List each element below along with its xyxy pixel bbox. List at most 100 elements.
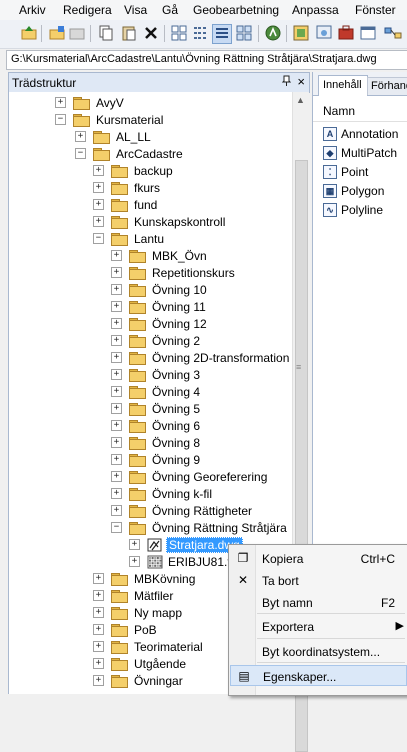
menu-redigera[interactable]: Redigera (63, 3, 112, 17)
menu-item-byt-namn[interactable]: Byt namn F2 (230, 592, 407, 613)
location-bar[interactable]: G:\Kursmaterial\ArcCadastre\Lantu\Övning… (6, 50, 407, 70)
expand-icon[interactable]: + (111, 267, 122, 278)
expand-icon[interactable]: + (55, 97, 66, 108)
menu-anpassa[interactable]: Anpassa (292, 3, 339, 17)
expand-icon[interactable]: + (93, 641, 104, 652)
menu-item-byt-koordinatsystem[interactable]: Byt koordinatsystem... (230, 641, 407, 662)
toc-icon[interactable] (292, 24, 310, 42)
expand-icon[interactable]: + (111, 505, 122, 516)
tree-node[interactable]: + Övning 3 (111, 366, 202, 383)
menu-item-kopiera[interactable]: ❐ Kopiera Ctrl+C (230, 548, 407, 569)
menu-geobearbetning[interactable]: Geobearbetning (193, 3, 279, 17)
paste-icon[interactable] (120, 24, 138, 42)
tree-node[interactable]: + fkurs (93, 179, 162, 196)
feature-class-item[interactable]: A Annotation (323, 125, 398, 143)
connect-folder-icon[interactable] (48, 24, 66, 42)
tree-node[interactable]: + Ny mapp (93, 604, 184, 621)
tree-node[interactable]: + Övning 8 (111, 434, 202, 451)
expand-icon[interactable]: + (93, 199, 104, 210)
scroll-up-icon[interactable]: ▲ (296, 95, 305, 105)
menu-visa[interactable]: Visa (124, 3, 147, 17)
expand-icon[interactable]: + (111, 420, 122, 431)
feature-class-item[interactable]: ◆ MultiPatch (323, 144, 397, 162)
tree-node[interactable]: + ERIBJU81.tif (129, 553, 239, 570)
list-view-icon[interactable] (192, 24, 210, 42)
column-header-namn[interactable]: Namn (313, 99, 407, 122)
thumbnails-view-icon[interactable] (235, 24, 253, 42)
tree-node[interactable]: + Övning 6 (111, 417, 202, 434)
launch-arcmap-icon[interactable] (264, 24, 282, 42)
menu-item-ta-bort[interactable]: ✕ Ta bort (230, 570, 407, 591)
expand-icon[interactable]: + (111, 386, 122, 397)
expand-icon[interactable]: + (93, 624, 104, 635)
tree-node[interactable]: + Övning 11 (111, 298, 208, 315)
collapse-icon[interactable]: − (55, 114, 66, 125)
delete-icon[interactable] (142, 24, 160, 42)
expand-icon[interactable]: + (129, 556, 140, 567)
menu-item-exportera[interactable]: Exportera ▶ (230, 616, 407, 637)
feature-class-item[interactable]: ⁚ Point (323, 163, 368, 181)
collapse-icon[interactable]: − (75, 148, 86, 159)
tree-node[interactable]: − Kursmaterial (55, 111, 165, 128)
expand-icon[interactable]: + (111, 318, 122, 329)
tree-node[interactable]: − Övning Rättning Stråtjära (111, 519, 289, 536)
expand-icon[interactable]: + (93, 658, 104, 669)
expand-icon[interactable]: + (111, 471, 122, 482)
close-icon[interactable]: × (297, 74, 305, 89)
arctoolbox-icon[interactable] (337, 24, 355, 42)
tree-node[interactable]: + Övning 12 (111, 315, 209, 332)
tree-node[interactable]: + AvyV (55, 94, 126, 111)
python-window-icon[interactable] (359, 24, 377, 42)
expand-icon[interactable]: + (111, 352, 122, 363)
tree-node[interactable]: + Kunskapskontroll (93, 213, 227, 230)
expand-icon[interactable]: + (93, 165, 104, 176)
tree-node[interactable]: + AL_LL (75, 128, 153, 145)
tree-node[interactable]: + backup (93, 162, 175, 179)
menu-arkiv[interactable]: Arkiv (19, 3, 46, 17)
expand-icon[interactable]: + (111, 488, 122, 499)
tree-node[interactable]: + Övning 2 (111, 332, 202, 349)
menu-ga[interactable]: Gå (162, 3, 178, 17)
disconnect-folder-icon[interactable] (68, 24, 86, 42)
tree-node[interactable]: + Övning 10 (111, 281, 209, 298)
search-window-icon[interactable] (315, 24, 333, 42)
expand-icon[interactable]: + (93, 182, 104, 193)
pin-icon[interactable] (281, 75, 292, 90)
expand-icon[interactable]: + (111, 369, 122, 380)
tree-node[interactable]: + MBKövning (93, 570, 197, 587)
tree-node[interactable]: + MBK_Övn (111, 247, 209, 264)
up-folder-icon[interactable] (20, 24, 38, 42)
menu-item-egenskaper[interactable]: ▤ Egenskaper... (230, 665, 407, 686)
copy-icon[interactable] (97, 24, 115, 42)
expand-icon[interactable]: + (111, 335, 122, 346)
expand-icon[interactable]: + (111, 250, 122, 261)
tree-node[interactable]: + Teorimaterial (93, 638, 205, 655)
tree-node[interactable]: + Utgående (93, 655, 188, 672)
expand-icon[interactable]: + (93, 675, 104, 686)
tree-node[interactable]: + PoB (93, 621, 159, 638)
tree-node[interactable]: + Övning 4 (111, 383, 202, 400)
expand-icon[interactable]: + (111, 301, 122, 312)
details-view-icon[interactable] (212, 24, 232, 44)
tree-node[interactable]: + Övning 9 (111, 451, 202, 468)
tree-node[interactable]: + Övning Georeferering (111, 468, 269, 485)
tree-node[interactable]: − Lantu (93, 230, 166, 247)
expand-icon[interactable]: + (111, 284, 122, 295)
feature-class-item[interactable]: ▦ Polygon (323, 182, 384, 200)
expand-icon[interactable]: + (111, 403, 122, 414)
large-icons-view-icon[interactable] (170, 24, 188, 42)
expand-icon[interactable]: + (129, 539, 140, 550)
tab-forhandsgranskning[interactable]: Förhand (367, 77, 407, 95)
expand-icon[interactable]: + (111, 437, 122, 448)
collapse-icon[interactable]: − (111, 522, 122, 533)
expand-icon[interactable]: + (75, 131, 86, 142)
expand-icon[interactable]: + (93, 216, 104, 227)
feature-class-item[interactable]: ∿ Polyline (323, 201, 383, 219)
expand-icon[interactable]: + (111, 454, 122, 465)
collapse-icon[interactable]: − (93, 233, 104, 244)
tree-node[interactable]: + Övning 2D-transformation (111, 349, 291, 366)
tree-node[interactable]: + fund (93, 196, 159, 213)
model-builder-icon[interactable] (384, 24, 402, 42)
tree-node[interactable]: + Övning Rättigheter (111, 502, 254, 519)
tree-node[interactable]: + Repetitionskurs (111, 264, 237, 281)
